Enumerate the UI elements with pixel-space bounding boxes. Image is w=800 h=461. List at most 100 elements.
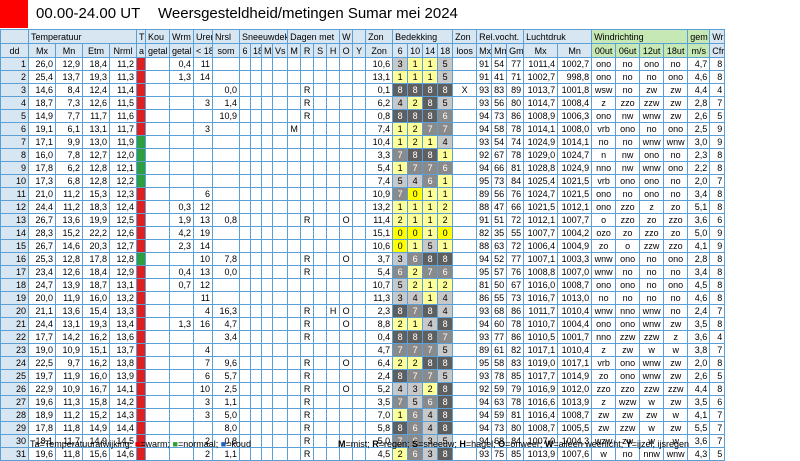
day-number: 27 <box>0 395 29 409</box>
code-h <box>326 278 341 292</box>
code-y <box>352 304 367 318</box>
code-y <box>352 135 367 149</box>
pressure-max: 1021,5 <box>523 200 559 214</box>
cloud-cover: 5 <box>437 96 454 110</box>
code-y <box>352 213 367 227</box>
wind-direction: zw <box>663 109 689 123</box>
wind-direction: no <box>615 187 641 201</box>
cloud-cover: 6 <box>422 395 439 409</box>
wind-direction: ozo <box>591 226 617 240</box>
wind-direction: zzo <box>663 213 689 227</box>
temp-etm: 15,8 <box>82 395 110 409</box>
cloud-cover: 1 <box>392 408 409 422</box>
code-m <box>287 213 302 227</box>
temp-anomaly-indicator <box>136 109 147 123</box>
rh-max: 86 <box>476 291 493 305</box>
code-r <box>300 122 315 136</box>
wind-direction: ono <box>639 57 665 71</box>
code-h <box>326 317 341 331</box>
code-h <box>326 330 341 344</box>
sunshine-hours: 13,2 <box>365 200 394 214</box>
precipitation-sum <box>212 70 241 84</box>
snow-cell <box>272 447 289 461</box>
temp-max: 20,0 <box>28 291 56 305</box>
zon-loos <box>452 252 478 266</box>
column-header: 6 <box>392 43 409 58</box>
wrm-getal <box>169 421 195 435</box>
wind-direction: zzo <box>615 382 641 396</box>
code-o <box>339 161 354 175</box>
rh-min: 59 <box>491 408 508 422</box>
precipitation-sum <box>212 343 241 357</box>
cloud-cover: 1 <box>407 239 424 253</box>
temp-min: 11,9 <box>55 369 83 383</box>
code-r <box>300 226 315 240</box>
wind-direction: zw <box>663 356 689 370</box>
code-o <box>339 239 354 253</box>
code-s <box>313 252 328 266</box>
column-header: 18 <box>437 43 454 58</box>
snow-cell <box>261 447 274 461</box>
wind-direction: wnw <box>663 135 689 149</box>
cloud-cover: 8 <box>437 356 454 370</box>
time-range-label: 00.00-24.00 UT <box>36 5 141 22</box>
temp-anomaly-indicator <box>136 421 147 435</box>
temp-min: 13,6 <box>55 213 83 227</box>
temp-min: 15,2 <box>55 226 83 240</box>
zon-loos <box>452 421 478 435</box>
code-y <box>352 369 367 383</box>
code-m <box>287 187 302 201</box>
code-m <box>287 148 302 162</box>
wind-direction: ono <box>615 317 641 331</box>
sunshine-hours: 2,3 <box>365 304 394 318</box>
code-m <box>287 96 302 110</box>
snow-cell <box>250 187 263 201</box>
wind-direction: no <box>639 291 665 305</box>
wind-direction: vrb <box>591 356 617 370</box>
wind-direction: zw <box>591 408 617 422</box>
code-h <box>326 109 341 123</box>
wind-direction: no <box>663 187 689 201</box>
wind-force: 6 <box>709 395 726 409</box>
temp-anomaly-indicator <box>136 57 147 71</box>
code-r: R <box>300 434 315 448</box>
temp-etm: 12,7 <box>82 148 110 162</box>
day-number: 17 <box>0 265 29 279</box>
cloud-cover: 0 <box>407 187 424 201</box>
code-h <box>326 252 341 266</box>
zon-loos <box>452 395 478 409</box>
temp-etm: 15,2 <box>82 408 110 422</box>
cloud-cover: 1 <box>407 317 424 331</box>
temp-anomaly-indicator <box>136 148 147 162</box>
wind-direction: ono <box>591 70 617 84</box>
temp-max: 22,5 <box>28 356 56 370</box>
rh-mean: 78 <box>506 148 525 162</box>
wind-direction: zw <box>663 317 689 331</box>
snow-cell <box>250 343 263 357</box>
header-nrsl: Nrsl <box>212 29 241 44</box>
temp-max: 22,9 <box>28 382 56 396</box>
cloud-cover: 1 <box>437 187 454 201</box>
snow-cell <box>272 317 289 331</box>
code-r <box>300 57 315 71</box>
title-bar: 00.00-24.00 UT Weersgesteldheid/metingen… <box>0 0 800 30</box>
temp-etm: 22,2 <box>82 226 110 240</box>
day-number: 22 <box>0 330 29 344</box>
wrm-getal <box>169 382 195 396</box>
cloud-cover: 2 <box>407 356 424 370</box>
code-y <box>352 317 367 331</box>
day-number: 3 <box>0 83 29 97</box>
cloud-cover: 7 <box>422 343 439 357</box>
cloud-cover: 0 <box>392 239 409 253</box>
wrm-getal <box>169 356 195 370</box>
code-s <box>313 330 328 344</box>
cloud-cover: 8 <box>437 382 454 396</box>
code-h <box>326 148 341 162</box>
wind-force: 8 <box>709 382 726 396</box>
snow-cell <box>250 447 263 461</box>
pressure-max: 1010,5 <box>523 330 559 344</box>
code-y <box>352 239 367 253</box>
header-sneeuwdek: Sneeuwdek <box>239 29 289 44</box>
temp-max: 14,9 <box>28 109 56 123</box>
day-row: 3 14,6 8,4 12,4 11,4 0,0 R 0,1 8 8 8 8 X 93 83 89 1013,7… <box>0 83 726 97</box>
